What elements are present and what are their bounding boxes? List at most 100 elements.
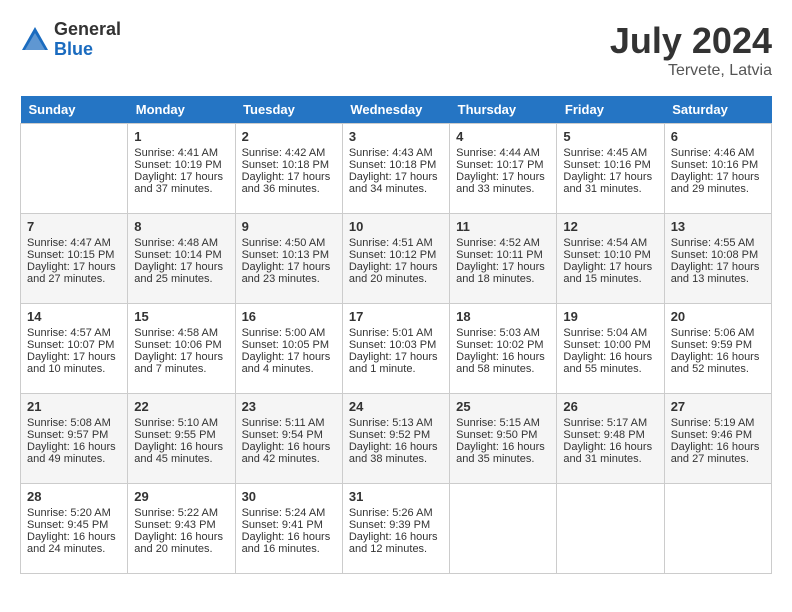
logo-icon [20, 25, 50, 55]
day-number: 16 [242, 309, 336, 324]
cell-detail: Sunrise: 5:01 AM [349, 327, 443, 339]
cell-detail: Sunrise: 4:50 AM [242, 237, 336, 249]
day-number: 15 [134, 309, 228, 324]
cell-detail: and 23 minutes. [242, 273, 336, 285]
cell-detail: and 18 minutes. [456, 273, 550, 285]
cell-detail: Daylight: 16 hours [27, 441, 121, 453]
cell-detail: and 31 minutes. [563, 453, 657, 465]
cell-detail: Sunset: 9:50 PM [456, 429, 550, 441]
cell-detail: Daylight: 17 hours [456, 261, 550, 273]
calendar-cell: 31Sunrise: 5:26 AMSunset: 9:39 PMDayligh… [342, 484, 449, 574]
calendar-cell: 29Sunrise: 5:22 AMSunset: 9:43 PMDayligh… [128, 484, 235, 574]
cell-detail: and 45 minutes. [134, 453, 228, 465]
day-number: 21 [27, 399, 121, 414]
cell-detail: Sunrise: 5:08 AM [27, 417, 121, 429]
day-number: 19 [563, 309, 657, 324]
calendar-cell: 1Sunrise: 4:41 AMSunset: 10:19 PMDayligh… [128, 124, 235, 214]
calendar-cell: 28Sunrise: 5:20 AMSunset: 9:45 PMDayligh… [21, 484, 128, 574]
cell-detail: and 12 minutes. [349, 543, 443, 555]
calendar-cell: 21Sunrise: 5:08 AMSunset: 9:57 PMDayligh… [21, 394, 128, 484]
logo-general-text: General [54, 20, 121, 40]
cell-detail: Sunrise: 5:17 AM [563, 417, 657, 429]
cell-detail: Sunrise: 5:26 AM [349, 507, 443, 519]
cell-detail: Sunrise: 4:54 AM [563, 237, 657, 249]
cell-detail: Sunrise: 5:00 AM [242, 327, 336, 339]
cell-detail: Sunset: 10:03 PM [349, 339, 443, 351]
calendar-table: SundayMondayTuesdayWednesdayThursdayFrid… [20, 96, 772, 574]
cell-detail: and 4 minutes. [242, 363, 336, 375]
cell-detail: Daylight: 17 hours [563, 171, 657, 183]
calendar-cell: 4Sunrise: 4:44 AMSunset: 10:17 PMDayligh… [450, 124, 557, 214]
cell-detail: Sunset: 10:00 PM [563, 339, 657, 351]
calendar-cell: 18Sunrise: 5:03 AMSunset: 10:02 PMDaylig… [450, 304, 557, 394]
cell-detail: Sunset: 10:12 PM [349, 249, 443, 261]
day-number: 28 [27, 489, 121, 504]
day-number: 17 [349, 309, 443, 324]
day-number: 22 [134, 399, 228, 414]
month-year-title: July 2024 [610, 20, 772, 62]
cell-detail: Sunset: 10:15 PM [27, 249, 121, 261]
page-header: General Blue July 2024 Tervete, Latvia [20, 20, 772, 80]
calendar-cell: 12Sunrise: 4:54 AMSunset: 10:10 PMDaylig… [557, 214, 664, 304]
cell-detail: and 52 minutes. [671, 363, 765, 375]
calendar-cell: 15Sunrise: 4:58 AMSunset: 10:06 PMDaylig… [128, 304, 235, 394]
cell-detail: Sunrise: 4:43 AM [349, 147, 443, 159]
column-header-saturday: Saturday [664, 96, 771, 124]
cell-detail: Daylight: 17 hours [134, 261, 228, 273]
cell-detail: Sunrise: 5:04 AM [563, 327, 657, 339]
cell-detail: Daylight: 16 hours [242, 531, 336, 543]
cell-detail: Sunrise: 5:11 AM [242, 417, 336, 429]
cell-detail: Sunset: 9:46 PM [671, 429, 765, 441]
day-number: 2 [242, 129, 336, 144]
cell-detail: Daylight: 17 hours [134, 171, 228, 183]
cell-detail: Sunset: 10:16 PM [563, 159, 657, 171]
day-number: 13 [671, 219, 765, 234]
cell-detail: Daylight: 17 hours [349, 351, 443, 363]
cell-detail: and 1 minute. [349, 363, 443, 375]
day-number: 30 [242, 489, 336, 504]
cell-detail: and 27 minutes. [671, 453, 765, 465]
calendar-cell: 14Sunrise: 4:57 AMSunset: 10:07 PMDaylig… [21, 304, 128, 394]
day-number: 31 [349, 489, 443, 504]
cell-detail: Sunrise: 4:42 AM [242, 147, 336, 159]
calendar-cell: 10Sunrise: 4:51 AMSunset: 10:12 PMDaylig… [342, 214, 449, 304]
day-number: 25 [456, 399, 550, 414]
calendar-week-row: 14Sunrise: 4:57 AMSunset: 10:07 PMDaylig… [21, 304, 772, 394]
calendar-cell: 17 Sunrise: 5:01 AMSunset: 10:03 PMDaylig… [342, 304, 449, 394]
day-number: 29 [134, 489, 228, 504]
cell-detail: Daylight: 16 hours [563, 351, 657, 363]
day-number: 5 [563, 129, 657, 144]
cell-detail: Sunrise: 5:24 AM [242, 507, 336, 519]
day-number: 1 [134, 129, 228, 144]
day-number: 23 [242, 399, 336, 414]
day-number: 10 [349, 219, 443, 234]
cell-detail: Sunrise: 5:13 AM [349, 417, 443, 429]
cell-detail: and 20 minutes. [349, 273, 443, 285]
cell-detail: Sunrise: 4:55 AM [671, 237, 765, 249]
cell-detail: Daylight: 16 hours [456, 351, 550, 363]
cell-detail: Sunset: 10:02 PM [456, 339, 550, 351]
cell-detail: Daylight: 16 hours [134, 441, 228, 453]
cell-detail: Sunset: 9:59 PM [671, 339, 765, 351]
cell-detail: Daylight: 17 hours [134, 351, 228, 363]
column-header-wednesday: Wednesday [342, 96, 449, 124]
day-number: 20 [671, 309, 765, 324]
column-header-thursday: Thursday [450, 96, 557, 124]
calendar-cell: 3Sunrise: 4:43 AMSunset: 10:18 PMDayligh… [342, 124, 449, 214]
cell-detail: Sunset: 10:07 PM [27, 339, 121, 351]
cell-detail: Sunrise: 5:20 AM [27, 507, 121, 519]
calendar-cell: 13Sunrise: 4:55 AMSunset: 10:08 PMDaylig… [664, 214, 771, 304]
calendar-week-row: 7Sunrise: 4:47 AMSunset: 10:15 PMDayligh… [21, 214, 772, 304]
cell-detail: and 33 minutes. [456, 183, 550, 195]
column-header-friday: Friday [557, 96, 664, 124]
calendar-cell: 30Sunrise: 5:24 AMSunset: 9:41 PMDayligh… [235, 484, 342, 574]
cell-detail: Daylight: 16 hours [242, 441, 336, 453]
cell-detail: Sunset: 10:06 PM [134, 339, 228, 351]
cell-detail: and 10 minutes. [27, 363, 121, 375]
cell-detail: Daylight: 16 hours [671, 441, 765, 453]
day-number: 7 [27, 219, 121, 234]
cell-detail: and 13 minutes. [671, 273, 765, 285]
cell-detail: Daylight: 16 hours [134, 531, 228, 543]
calendar-cell: 5Sunrise: 4:45 AMSunset: 10:16 PMDayligh… [557, 124, 664, 214]
cell-detail: Daylight: 17 hours [563, 261, 657, 273]
